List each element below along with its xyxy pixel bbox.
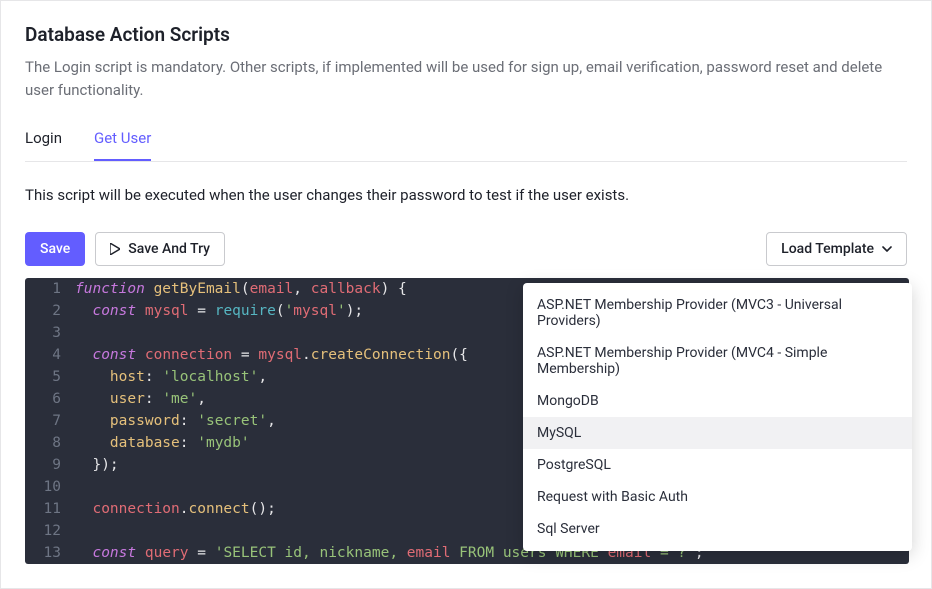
line-number: 11 <box>25 498 75 520</box>
save-and-try-button[interactable]: Save And Try <box>95 232 225 266</box>
chevron-down-icon <box>882 244 892 254</box>
tab-login[interactable]: Login <box>25 129 62 161</box>
template-menu-item[interactable]: MongoDB <box>523 385 912 417</box>
line-number: 6 <box>25 388 75 410</box>
play-icon <box>110 243 120 255</box>
line-number: 7 <box>25 410 75 432</box>
line-number: 9 <box>25 454 75 476</box>
save-and-try-label: Save And Try <box>128 241 210 257</box>
template-menu-item[interactable]: Sql Server <box>523 513 912 545</box>
page-description: The Login script is mandatory. Other scr… <box>25 56 907 101</box>
line-number: 3 <box>25 322 75 344</box>
line-number: 2 <box>25 300 75 322</box>
save-button[interactable]: Save <box>25 232 85 266</box>
line-number: 4 <box>25 344 75 366</box>
line-number: 10 <box>25 476 75 498</box>
template-menu-item[interactable]: Request with Basic Auth <box>523 481 912 513</box>
template-menu-item[interactable]: ASP.NET Membership Provider (MVC3 - Univ… <box>523 289 912 337</box>
template-menu-item[interactable]: MySQL <box>523 417 912 449</box>
line-number: 12 <box>25 520 75 542</box>
page-title: Database Action Scripts <box>25 23 907 46</box>
toolbar: Save Save And Try Load Template <box>25 232 907 266</box>
load-template-button[interactable]: Load Template <box>766 232 907 266</box>
template-menu-item[interactable]: PostgreSQL <box>523 449 912 481</box>
tab-bar: Login Get User <box>25 129 907 162</box>
load-template-label: Load Template <box>781 241 874 257</box>
tab-get-user[interactable]: Get User <box>94 129 151 161</box>
line-number: 13 <box>25 542 75 564</box>
line-number: 1 <box>25 278 75 300</box>
line-number: 8 <box>25 432 75 454</box>
line-number: 5 <box>25 366 75 388</box>
script-description: This script will be executed when the us… <box>25 186 907 204</box>
load-template-menu: ASP.NET Membership Provider (MVC3 - Univ… <box>523 283 912 551</box>
template-menu-item[interactable]: ASP.NET Membership Provider (MVC4 - Simp… <box>523 337 912 385</box>
